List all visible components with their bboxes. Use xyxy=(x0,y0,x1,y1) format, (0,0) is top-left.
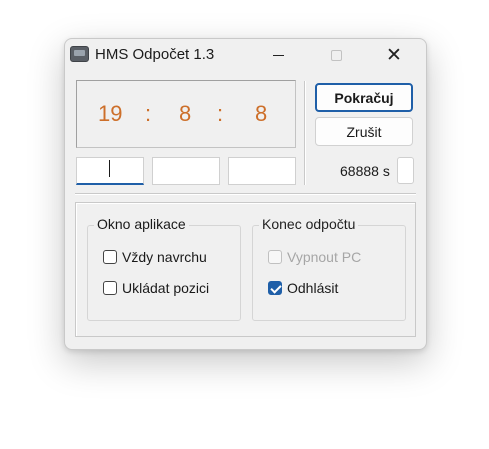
group-title: Konec odpočtu xyxy=(259,216,359,232)
close-icon: ✕ xyxy=(386,44,402,66)
always-on-top-label: Vždy navrchu xyxy=(122,249,207,265)
option-box[interactable] xyxy=(397,157,414,184)
hours-input[interactable] xyxy=(76,157,144,185)
shutdown-pc-option: Vypnout PC xyxy=(268,249,361,265)
timer-hours: 19 xyxy=(98,101,123,126)
always-on-top-checkbox[interactable] xyxy=(103,250,117,264)
timer-minutes: 8 xyxy=(179,101,192,126)
log-off-option[interactable]: Odhlásit xyxy=(268,280,338,296)
countdown-end-group: Konec odpočtu Vypnout PC Odhlásit xyxy=(252,216,406,321)
timer-separator: : xyxy=(217,101,224,126)
continue-button[interactable]: Pokračuj xyxy=(315,83,413,112)
seconds-input[interactable] xyxy=(228,157,296,185)
vertical-divider xyxy=(304,81,305,185)
minimize-icon xyxy=(272,54,284,56)
save-position-option[interactable]: Ukládat pozici xyxy=(103,280,209,296)
maximize-icon xyxy=(330,49,342,61)
minimize-button[interactable] xyxy=(255,39,301,71)
log-off-checkbox[interactable] xyxy=(268,281,282,295)
shutdown-pc-label: Vypnout PC xyxy=(287,249,362,265)
save-position-label: Ukládat pozici xyxy=(122,280,210,296)
always-on-top-option[interactable]: Vždy navrchu xyxy=(103,249,207,265)
timer-seconds: 8 xyxy=(255,101,268,126)
timer-separator: : xyxy=(145,101,152,126)
app-window-group: Okno aplikace Vždy navrchu Ukládat pozic… xyxy=(87,216,241,321)
title-bar[interactable]: HMS Odpočet 1.3 ✕ xyxy=(65,39,426,71)
log-off-label: Odhlásit xyxy=(287,280,339,296)
maximize-button xyxy=(313,39,359,71)
app-icon xyxy=(70,46,89,62)
horizontal-divider xyxy=(75,193,416,194)
shutdown-pc-checkbox xyxy=(268,250,282,264)
countdown-display: 19 : 8 : 8 xyxy=(76,80,296,148)
cancel-button[interactable]: Zrušit xyxy=(315,117,413,146)
save-position-checkbox[interactable] xyxy=(103,281,117,295)
app-window: HMS Odpočet 1.3 ✕ 19 : 8 : 8 Pokračuj Zr… xyxy=(64,38,427,350)
minutes-input[interactable] xyxy=(152,157,220,185)
text-caret xyxy=(109,160,110,177)
close-button[interactable]: ✕ xyxy=(371,39,417,71)
total-seconds-label: 68888 s xyxy=(340,163,390,179)
group-title: Okno aplikace xyxy=(94,216,189,232)
window-title: HMS Odpočet 1.3 xyxy=(95,46,215,63)
